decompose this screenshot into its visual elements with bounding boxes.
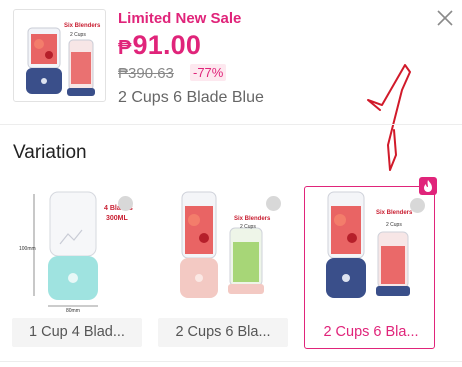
thumb-text-1: Six Blenders (64, 23, 101, 29)
original-price: ₱390.63 (118, 65, 174, 82)
product-thumbnail: Six Blenders 2 Cups (13, 9, 106, 102)
option-2-text-1: Six Blenders (234, 216, 271, 222)
option-1-label: 1 Cup 4 Blad... (12, 318, 142, 347)
section-divider (0, 124, 462, 125)
hot-flame-icon (419, 177, 437, 195)
option-2-label: 2 Cups 6 Bla... (158, 318, 288, 347)
option-1-zoom-icon[interactable] (118, 196, 133, 211)
variation-option-1[interactable]: 100mm 80mm 4 Blades 300ML 1 Cup 4 Blad..… (12, 184, 142, 349)
annotation-scribble (367, 64, 411, 171)
selected-option-border (304, 186, 435, 349)
bottom-divider (0, 361, 462, 362)
option-1-dimension-side: 100mm (19, 246, 36, 252)
option-1-dimension-bottom: 80mm (66, 308, 80, 314)
price-value: 91.00 (132, 30, 202, 60)
variation-title: Variation (13, 142, 87, 163)
thumb-text-2: 2 Cups (70, 32, 86, 38)
close-icon[interactable] (434, 7, 456, 29)
selected-variant-name: 2 Cups 6 Blade Blue (118, 89, 264, 106)
option-2-zoom-icon[interactable] (266, 196, 281, 211)
currency-symbol: ₱ (118, 37, 132, 59)
current-price: ₱91.00 (118, 30, 201, 61)
option-2-text-2: 2 Cups (240, 224, 256, 230)
discount-badge: -77% (190, 64, 227, 81)
promo-label: Limited New Sale (118, 10, 242, 27)
variation-option-2[interactable]: Six Blenders 2 Cups 2 Cups 6 Bla... (158, 184, 288, 349)
option-1-text-2: 300ML (106, 215, 129, 222)
